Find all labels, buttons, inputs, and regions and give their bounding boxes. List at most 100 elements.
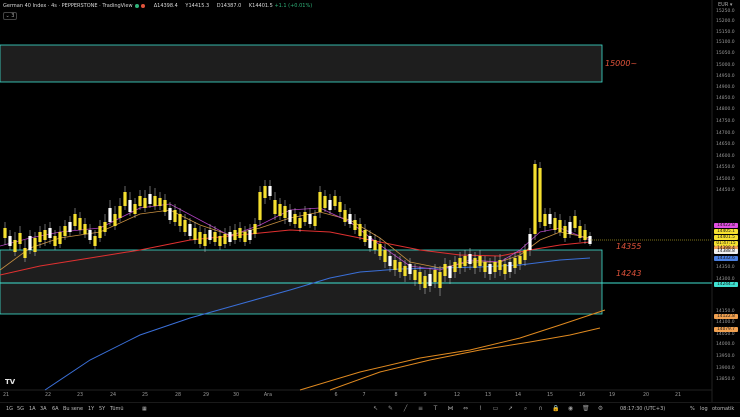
candle-body <box>343 210 347 222</box>
candle-body <box>58 232 62 244</box>
arrow-icon[interactable]: ➚ <box>507 405 514 412</box>
footer-auto-toggle[interactable]: otomatik <box>712 406 734 412</box>
magnet-icon[interactable]: ∩ <box>537 405 544 412</box>
price-axis-label: 14450.0 <box>716 188 735 193</box>
candle-body <box>143 198 147 208</box>
time-axis-label: 6 <box>334 393 338 398</box>
market-status-dot <box>135 3 140 8</box>
time-axis-label: 22 <box>44 393 52 398</box>
candle-body <box>23 248 27 258</box>
candle-body <box>243 232 247 242</box>
price-tag: 14332.6 <box>714 256 738 261</box>
measure-icon[interactable]: ⇔ <box>462 405 469 412</box>
candle-body <box>283 206 287 218</box>
candle-body <box>438 272 442 288</box>
timeframe-button[interactable]: 5Y <box>99 406 105 412</box>
candle-body <box>528 234 532 250</box>
candle-body <box>113 214 117 226</box>
lock-icon[interactable]: 🔒 <box>552 405 559 412</box>
price-axis-label: 13900.0 <box>716 366 735 371</box>
candle-body <box>193 228 197 240</box>
candle-body <box>483 262 487 272</box>
candle-body <box>53 236 57 246</box>
resistance-zone-15000[interactable] <box>0 44 603 83</box>
price-axis-label: 13850.0 <box>716 377 735 382</box>
candle-body <box>78 218 82 230</box>
candle-body <box>123 192 127 206</box>
currency-selector[interactable]: EUR ▾ <box>718 2 732 8</box>
candle-body <box>448 266 452 278</box>
candle-body <box>378 244 382 256</box>
timeframe-button[interactable]: 1Y <box>88 406 94 412</box>
candle-body <box>453 262 457 272</box>
candle-body <box>533 164 537 234</box>
candle-body <box>18 233 22 244</box>
time-axis-label: Ara <box>263 393 273 398</box>
price-axis-label: 15200.0 <box>716 19 735 24</box>
time-axis-label: 7 <box>362 393 366 398</box>
candle-body <box>63 226 67 236</box>
calendar-icon[interactable]: ▦ <box>142 406 147 412</box>
candle-body <box>28 236 32 250</box>
time-axis-label: 21 <box>2 393 10 398</box>
price-tag: 14122.8 <box>714 314 738 319</box>
ohlc-open: Δ14398.4 <box>153 3 178 9</box>
candle-body <box>38 232 42 242</box>
trash-icon[interactable]: 🗑 <box>582 405 590 412</box>
timeframe-button[interactable]: 1G <box>6 406 13 412</box>
timeframe-button[interactable]: 6A <box>52 406 59 412</box>
candle-body <box>388 256 392 266</box>
line-icon[interactable]: ╱ <box>402 405 409 412</box>
candle-body <box>118 206 122 218</box>
candle-body <box>433 270 437 282</box>
candle-body <box>323 196 327 208</box>
candle-body <box>328 200 332 210</box>
settings-icon[interactable]: ⚙ <box>597 405 604 412</box>
price-axis-label: 15250.0 <box>716 9 735 14</box>
brush-icon[interactable]: ⌇ <box>477 405 484 412</box>
footer-percent-toggle[interactable]: % <box>690 406 695 412</box>
footer-time[interactable]: 08:17:30 (UTC+3) <box>620 406 665 412</box>
text-icon[interactable]: T <box>432 405 439 412</box>
price-axis-label: 14750.0 <box>716 119 735 124</box>
candle-body <box>358 224 362 236</box>
timeframe-button[interactable]: 5G <box>17 406 24 412</box>
footer-log-toggle[interactable]: log <box>700 406 708 412</box>
candle-body <box>498 260 502 270</box>
candle-body <box>553 218 557 230</box>
support-zone-14355[interactable] <box>0 249 603 315</box>
candle-body <box>108 208 112 222</box>
candle-body <box>263 186 267 198</box>
candle-body <box>408 264 412 274</box>
fib-icon[interactable]: ≡ <box>417 405 424 412</box>
pencil-icon[interactable]: ✎ <box>387 405 394 412</box>
candle-body <box>558 220 562 232</box>
indicator-collapse-button[interactable]: ⌄ 3 <box>3 12 17 20</box>
timeframe-button[interactable]: 3A <box>40 406 47 412</box>
zone-label-15000: 15000~ <box>605 59 638 68</box>
timeframe-button[interactable]: Tümü <box>110 406 124 412</box>
candle-body <box>258 192 262 220</box>
timeframe-button[interactable]: Bu sene <box>63 406 83 412</box>
cursor-icon[interactable]: ↖ <box>372 405 379 412</box>
eye-icon[interactable]: ◉ <box>567 405 574 412</box>
candle-body <box>523 250 527 260</box>
timeframe-button[interactable]: 1A <box>29 406 36 412</box>
candle-body <box>198 232 202 244</box>
time-axis-label: 9 <box>423 393 427 398</box>
time-axis-label: 28 <box>174 393 182 398</box>
candle-body <box>298 218 302 228</box>
rect-icon[interactable]: ▭ <box>492 405 499 412</box>
zoom-icon[interactable]: ⌕ <box>522 405 529 412</box>
price-axis-label: 14850.0 <box>716 96 735 101</box>
pattern-icon[interactable]: ⋈ <box>447 405 454 412</box>
price-tag: 14079.7 <box>714 327 738 332</box>
ohlc-change: +1.1 (+0.01%) <box>274 3 313 9</box>
candle-body <box>488 264 492 274</box>
candle-body <box>398 262 402 272</box>
symbol-title[interactable]: German 40 Index · 4s · PEPPERSTONE · Tra… <box>3 3 133 9</box>
candle-body <box>213 232 217 242</box>
candle-body <box>548 214 552 224</box>
candle-body <box>278 204 282 216</box>
candle-body <box>273 200 277 214</box>
